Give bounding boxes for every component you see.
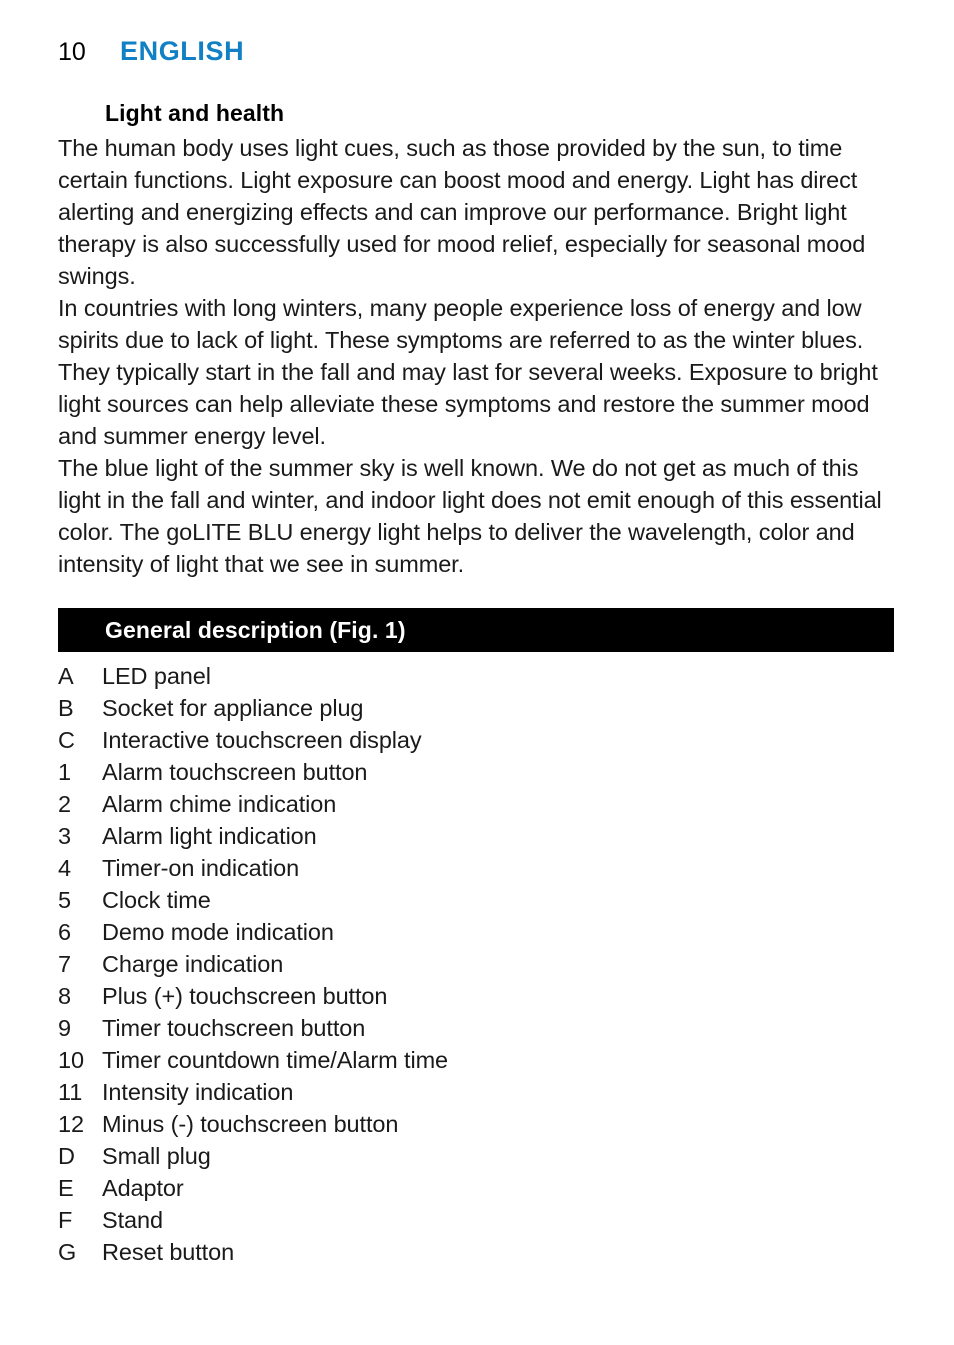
parts-list-item-label: Timer touchscreen button [102,1015,366,1041]
parts-list-item-label: Timer-on indication [102,855,300,881]
parts-list-item-marker: E [58,1175,74,1201]
parts-list-item-marker: D [58,1143,75,1169]
parts-list-item-marker: 3 [58,823,71,849]
paragraph-2: In countries with long winters, many peo… [58,295,878,449]
parts-list-item-marker: 4 [58,855,71,881]
parts-list-item: F Stand [58,1204,894,1236]
paragraph-1: The human body uses light cues, such as … [58,135,866,289]
parts-list-item: 6 Demo mode indication [58,916,894,948]
paragraph-3: The blue light of the summer sky is well… [58,455,882,577]
parts-list-item-label: Minus (-) touchscreen button [102,1111,399,1137]
subheading-light-and-health: Light and health [105,100,285,126]
parts-list-item-marker: 6 [58,919,71,945]
parts-list-item-label: Alarm chime indication [102,791,337,817]
parts-list-item-label: Interactive touchscreen display [102,727,422,753]
page-number: 10 [58,38,86,66]
parts-list-item-marker: B [58,695,74,721]
parts-list-item-marker: 10 [58,1047,84,1073]
parts-list-item-label: Demo mode indication [102,919,334,945]
parts-list-item-label: LED panel [102,663,211,689]
parts-list-item-marker: 9 [58,1015,71,1041]
parts-list-item: A LED panel [58,660,894,692]
parts-list-item-label: Timer countdown time/Alarm time [102,1047,449,1073]
parts-list-item: 2 Alarm chime indication [58,788,894,820]
parts-list-item-marker: F [58,1207,73,1233]
running-header: 10 ENGLISH [58,36,244,67]
parts-list: A LED panel B Socket for appliance plug C Int… [58,660,894,1268]
parts-list-item-marker: C [58,727,75,753]
parts-list-item: E Adaptor [58,1172,894,1204]
parts-list-item: 12 Minus (-) touchscreen button [58,1108,894,1140]
parts-list-item-marker: 1 [58,759,71,785]
parts-list-item: 5 Clock time [58,884,894,916]
parts-list-item: 10 Timer countdown time/Alarm time [58,1044,894,1076]
parts-list-item-marker: 7 [58,951,71,977]
parts-list-item-marker: 11 [58,1079,83,1105]
parts-list-item-marker: 2 [58,791,71,817]
body-content: Light and health The human body uses lig… [58,98,896,580]
parts-list-item-label: Alarm light indication [102,823,317,849]
section-banner: General description (Fig. 1) [58,608,894,652]
parts-list-item: D Small plug [58,1140,894,1172]
parts-list-item: 11 Intensity indication [58,1076,894,1108]
parts-list-item: 7 Charge indication [58,948,894,980]
parts-list-item-marker: A [58,663,74,689]
parts-list-item-label: Socket for appliance plug [102,695,364,721]
parts-list-item-label: Charge indication [102,951,284,977]
parts-list-item-label: Stand [102,1207,163,1233]
parts-list-item-label: Adaptor [102,1175,184,1201]
parts-list-item: B Socket for appliance plug [58,692,894,724]
parts-list-item-label: Alarm touchscreen button [102,759,368,785]
manual-page: 10 ENGLISH Light and health The human bo… [0,0,954,1345]
parts-list-item: G Reset button [58,1236,894,1268]
parts-list-item: C Interactive touchscreen display [58,724,894,756]
parts-list-item-marker: 12 [58,1111,84,1137]
parts-list-item-label: Intensity indication [102,1079,294,1105]
section-banner-label: General description (Fig. 1) [105,616,406,643]
parts-list-item-marker: 5 [58,887,71,913]
parts-list-item: 3 Alarm light indication [58,820,894,852]
parts-list-item: 8 Plus (+) touchscreen button [58,980,894,1012]
parts-list-item-label: Clock time [102,887,211,913]
parts-list-item: 1 Alarm touchscreen button [58,756,894,788]
parts-list-item-label: Plus (+) touchscreen button [102,983,388,1009]
parts-list-item-label: Reset button [102,1239,235,1265]
parts-list-item-label: Small plug [102,1143,211,1169]
parts-list-item: 9 Timer touchscreen button [58,1012,894,1044]
parts-list-item: 4 Timer-on indication [58,852,894,884]
chapter-title: ENGLISH [120,36,245,66]
parts-list-item-marker: G [58,1239,77,1265]
parts-list-item-marker: 8 [58,983,71,1009]
